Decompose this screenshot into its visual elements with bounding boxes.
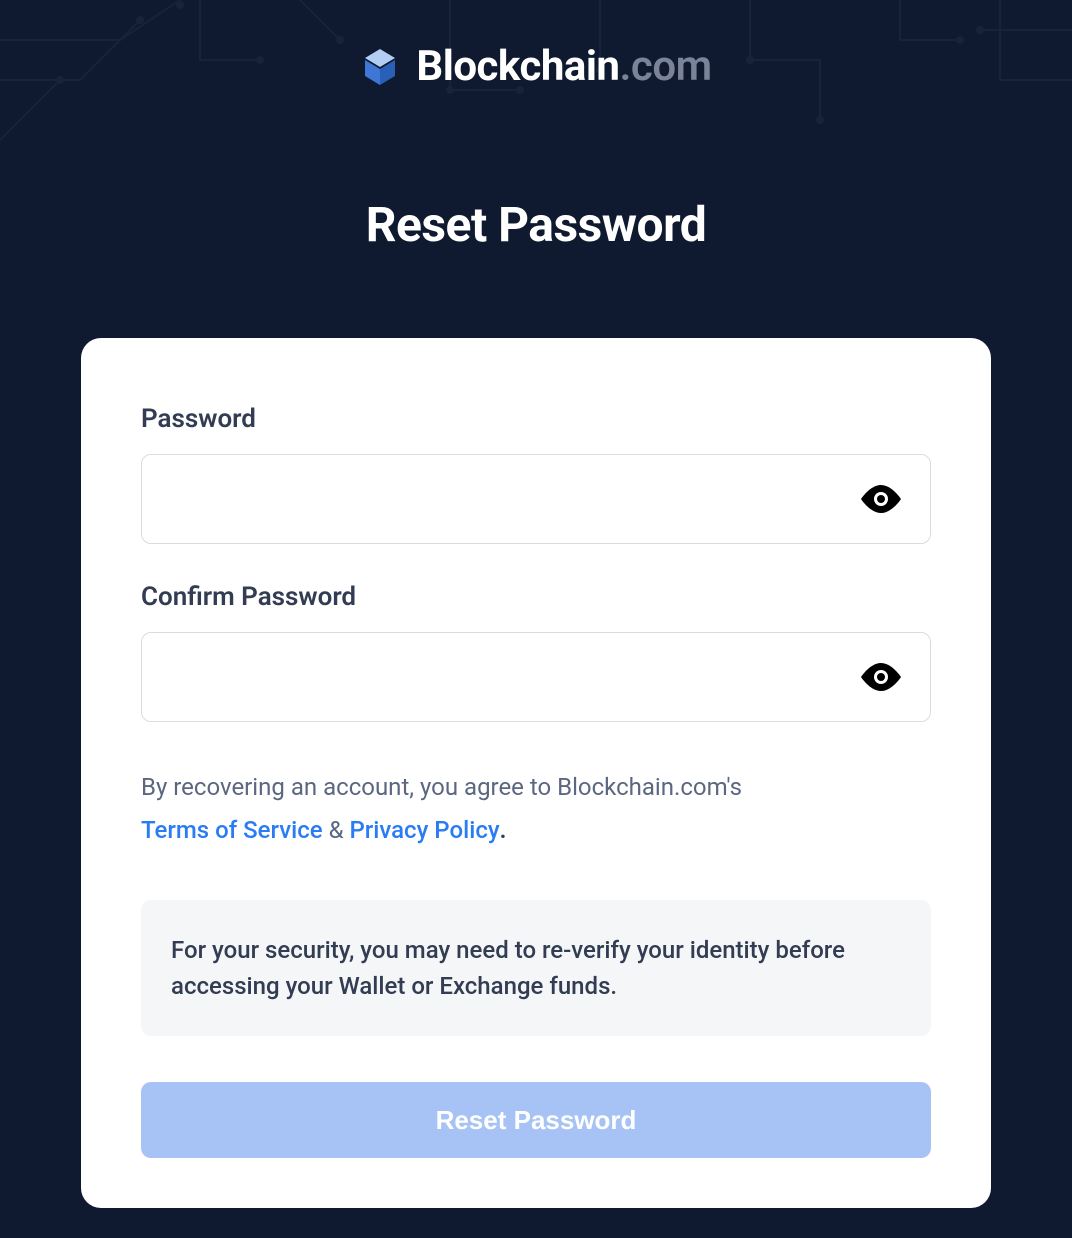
amp-separator: & (323, 816, 350, 844)
confirm-password-field-group: Confirm Password (141, 582, 931, 722)
password-input-wrapper (141, 454, 931, 544)
privacy-policy-link[interactable]: Privacy Policy (349, 816, 499, 844)
security-notice-text: For your security, you may need to re-ve… (171, 936, 845, 1000)
brand-name: Blockchain.com (416, 42, 711, 91)
security-notice-box: For your security, you may need to re-ve… (141, 900, 931, 1036)
brand-name-suffix: .com (619, 42, 711, 91)
agreement-prefix: By recovering an account, you agree to B… (141, 773, 742, 801)
eye-icon (861, 485, 901, 513)
toggle-confirm-password-visibility-button[interactable] (853, 655, 909, 699)
agreement-text: By recovering an account, you agree to B… (141, 766, 931, 852)
eye-icon (861, 663, 901, 691)
blockchain-logo-icon (360, 47, 400, 87)
page-title: Reset Password (0, 196, 1072, 253)
password-field-group: Password (141, 404, 931, 544)
reset-password-card: Password Confirm Password (81, 338, 991, 1208)
brand-name-main: Blockchain (416, 42, 619, 91)
confirm-password-input-wrapper (141, 632, 931, 722)
password-input[interactable] (141, 454, 931, 544)
confirm-password-label: Confirm Password (141, 582, 931, 612)
period: . (500, 816, 507, 844)
toggle-password-visibility-button[interactable] (853, 477, 909, 521)
password-label: Password (141, 404, 931, 434)
confirm-password-input[interactable] (141, 632, 931, 722)
terms-of-service-link[interactable]: Terms of Service (141, 816, 323, 844)
reset-password-button[interactable]: Reset Password (141, 1082, 931, 1158)
brand-header: Blockchain.com (0, 0, 1072, 91)
